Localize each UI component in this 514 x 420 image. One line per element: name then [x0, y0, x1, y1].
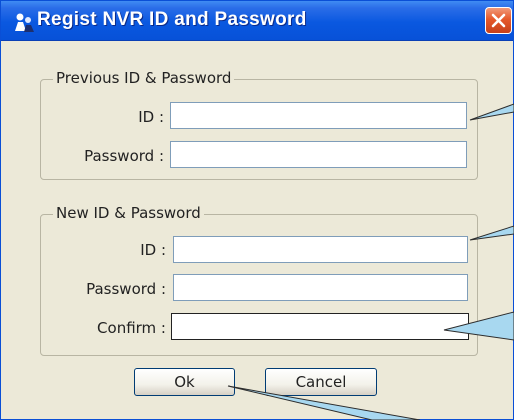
callout-new-id [469, 225, 514, 241]
callout-confirm [443, 311, 514, 341]
annotation-callouts [227, 103, 514, 420]
callout-previous-id [469, 103, 514, 121]
callout-ok [227, 385, 421, 420]
